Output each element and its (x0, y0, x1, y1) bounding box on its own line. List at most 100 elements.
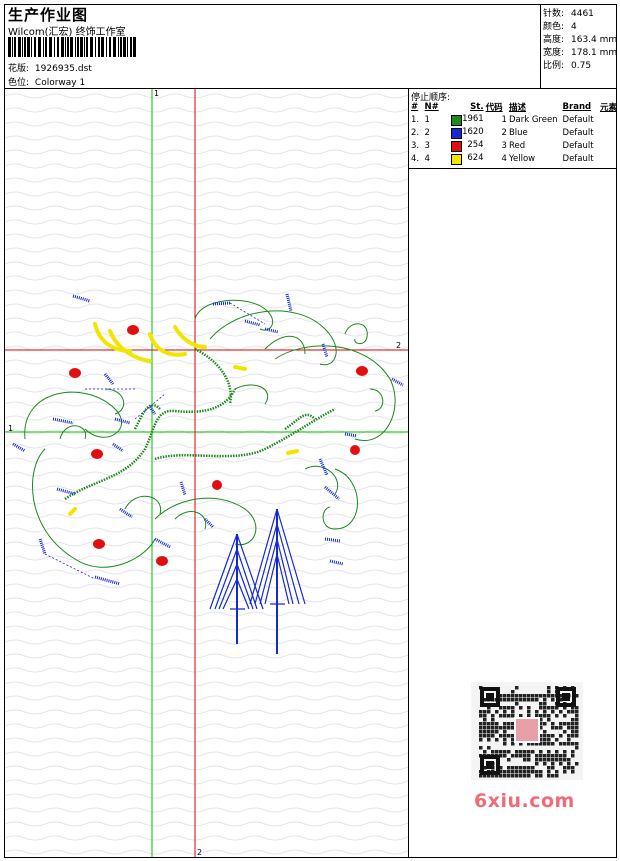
row-description: Red (508, 139, 562, 152)
row-stitches: 1620 (450, 126, 484, 139)
stat-colors: 颜色: 4 (543, 19, 577, 32)
design-row: 花版: 1926935.dst (8, 61, 92, 74)
row-code: 4 (485, 152, 508, 165)
row-element (599, 139, 618, 152)
stat-label: 针数: (543, 9, 565, 19)
stat-label: 宽度: (543, 48, 565, 58)
stat-value: 178.1 mm (571, 48, 618, 58)
row-index: 2. (410, 126, 424, 139)
col-description: 描述 (508, 103, 526, 113)
row-code: 3 (485, 139, 508, 152)
design-value: 1926935.dst (34, 64, 92, 74)
row-code-text: 1 (501, 114, 507, 125)
stat-value: 4461 (571, 9, 594, 19)
row-brand-text: Default (562, 153, 594, 164)
row-index: 3. (410, 139, 424, 152)
stat-value: 0.75 (571, 61, 592, 71)
red-guide-right-label: 2 (396, 341, 402, 350)
panel-divider (408, 88, 409, 858)
row-description-text: Red (508, 140, 526, 151)
qr-code-image (471, 682, 583, 780)
col-stitches: St. (470, 102, 484, 112)
design-canvas[interactable] (5, 89, 408, 857)
row-description-text: Yellow (508, 153, 536, 164)
colorway-label: 色位: (8, 78, 30, 88)
red-guide-bottom-label: 2 (197, 848, 203, 857)
row-element (599, 126, 618, 139)
row-brand: Default (562, 152, 599, 165)
row-stitches-text: 624 (467, 152, 484, 163)
watermark-text: 6xiu.com (474, 790, 575, 812)
table-row[interactable]: 3. 3 254 3 Red Default (410, 139, 618, 152)
row-code: 1 (485, 113, 508, 126)
stat-label: 高度: (543, 35, 565, 45)
qr-logo-badge (514, 717, 540, 743)
row-description: Blue (508, 126, 562, 139)
row-code-text: 4 (501, 153, 507, 164)
stat-value: 4 (571, 22, 577, 32)
canvas-background (5, 89, 408, 857)
col-index: # (411, 102, 419, 112)
row-element (599, 152, 618, 165)
row-needle-text: 3 (424, 140, 430, 151)
row-description-text: Blue (508, 127, 528, 138)
table-row[interactable]: 1. 1 1961 1 Dark Green Default (410, 113, 618, 126)
row-index: 4. (410, 152, 424, 165)
green-guide-top-label: 1 (154, 89, 160, 98)
row-description: Yellow (508, 152, 562, 165)
color-swatch (451, 127, 463, 139)
color-swatch (451, 114, 463, 126)
color-swatch (451, 153, 463, 165)
row-needle-text: 4 (424, 153, 430, 164)
design-label: 花版: (8, 64, 30, 74)
row-stitches: 254 (450, 139, 484, 152)
col-needle: N# (424, 102, 439, 112)
row-brand: Default (562, 113, 599, 126)
row-brand-text: Default (562, 127, 594, 138)
row-index-text: 1. (411, 114, 420, 125)
barcode (8, 37, 136, 57)
colorway-row: 色位: Colorway 1 (8, 75, 85, 88)
row-index-text: 2. (411, 127, 420, 138)
stop-sequence-table: # N# St. 代码 描述 Brand 元素 1. 1 1961 1 Dark Gre… (410, 101, 618, 165)
col-element: 元素 (599, 103, 617, 113)
row-index-text: 4. (411, 153, 420, 164)
table-row[interactable]: 4. 4 624 4 Yellow Default (410, 152, 618, 165)
row-index: 1. (410, 113, 424, 126)
row-stitches-text: 1961 (462, 113, 484, 124)
green-guide-left-label: 1 (8, 424, 14, 433)
row-code: 2 (485, 126, 508, 139)
stat-width: 宽度: 178.1 mm (543, 45, 617, 58)
row-code-text: 3 (501, 140, 507, 151)
row-stitches-text: 254 (467, 139, 484, 150)
row-needle: 4 (424, 152, 451, 165)
color-swatch (451, 140, 463, 152)
row-needle-text: 1 (424, 114, 430, 125)
row-stitches: 1961 (450, 113, 484, 126)
stat-stitches: 针数: 4461 (543, 6, 594, 19)
stats-divider (540, 4, 541, 88)
row-stitches-text: 1620 (462, 126, 484, 137)
row-brand: Default (562, 126, 599, 139)
row-brand-text: Default (562, 114, 594, 125)
table-bottom-divider (408, 168, 617, 169)
table-row[interactable]: 2. 2 1620 2 Blue Default (410, 126, 618, 139)
row-needle: 3 (424, 139, 451, 152)
stat-label: 比例: (543, 61, 565, 71)
row-brand: Default (562, 139, 599, 152)
row-description-text: Dark Green (508, 114, 558, 125)
col-brand: Brand (562, 102, 592, 112)
stat-label: 颜色: (543, 22, 565, 32)
colorway-value: Colorway 1 (34, 78, 86, 88)
row-stitches: 624 (450, 152, 484, 165)
stat-height: 高度: 163.4 mm (543, 32, 617, 45)
col-code: 代码 (485, 103, 503, 113)
row-needle: 1 (424, 113, 451, 126)
stat-scale: 比例: 0.75 (543, 58, 591, 71)
company-name: Wilcom(汇宏) 终饰工作室 (8, 27, 126, 38)
stat-value: 163.4 mm (571, 35, 618, 45)
table-header-row: # N# St. 代码 描述 Brand 元素 (410, 101, 618, 113)
row-needle-text: 2 (424, 127, 430, 138)
row-needle: 2 (424, 126, 451, 139)
row-code-text: 2 (501, 127, 507, 138)
